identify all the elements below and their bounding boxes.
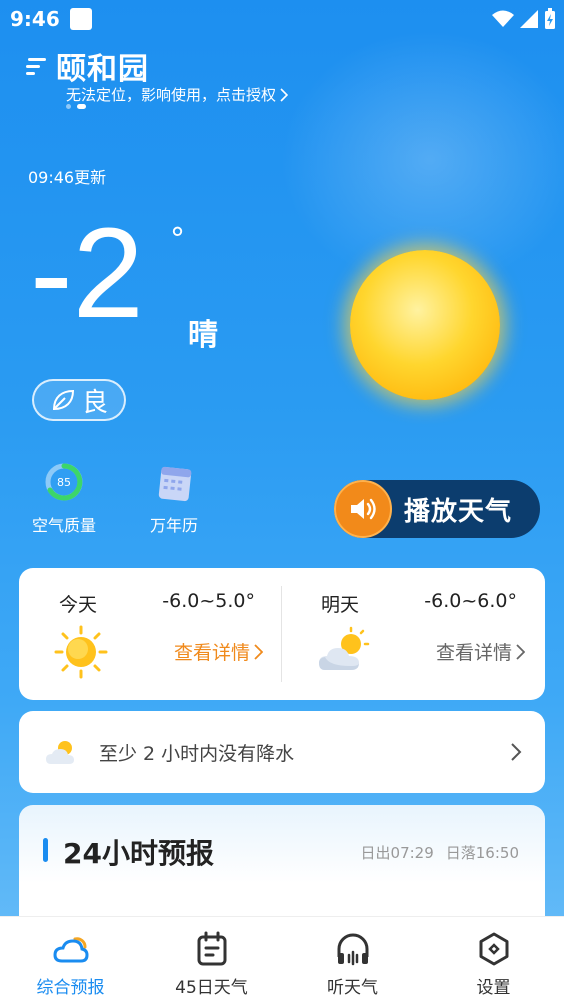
- tab-label: 听天气: [327, 978, 378, 998]
- tab-listen[interactable]: 听天气: [282, 917, 423, 1004]
- chevron-right-icon: [280, 87, 289, 102]
- page-dot-active: [77, 104, 86, 109]
- section-accent-bar: [43, 838, 48, 862]
- current-temperature: -2: [30, 202, 144, 345]
- day-name: 明天: [321, 594, 360, 616]
- location-permission-link[interactable]: 无法定位，影响使用，点击授权: [66, 84, 289, 105]
- today-details-link[interactable]: 查看详情: [174, 638, 263, 665]
- sunset-time: 日落16:50: [445, 844, 519, 862]
- tab-label: 45日天气: [175, 978, 248, 998]
- daily-summary-card: 今天 -6.0~5.0° 查看详情 明天 -6.0~6.0° 查看详情: [19, 568, 545, 700]
- partly-cloudy-small-icon: [46, 741, 74, 764]
- wifi-icon: [492, 10, 514, 27]
- city-name[interactable]: 颐和园: [56, 44, 149, 88]
- tab-label: 综合预报: [36, 978, 105, 998]
- quick-link-air-quality[interactable]: 85 空气质量: [32, 460, 96, 536]
- tab-label: 设置: [476, 978, 511, 998]
- day-temp-range: -6.0~6.0°: [424, 590, 517, 612]
- notification-icon: [70, 8, 92, 30]
- hourly-forecast-title: 24小时预报: [63, 837, 214, 870]
- sun-illustration: [350, 250, 500, 400]
- page-dot: [66, 104, 71, 109]
- location-permission-text: 无法定位，影响使用，点击授权: [66, 86, 277, 104]
- battery-icon: [545, 8, 555, 29]
- status-icons: [492, 8, 556, 30]
- calendar-list-icon: [197, 931, 226, 966]
- menu-icon[interactable]: [24, 55, 46, 77]
- leaf-icon: [52, 389, 74, 411]
- settings-hex-icon: [479, 932, 508, 966]
- day-name: 今天: [59, 594, 98, 616]
- weather-condition: 晴: [188, 318, 218, 353]
- aqi-ring-icon: 85: [45, 463, 83, 501]
- page-indicator: [66, 104, 86, 109]
- weather-app-screen: 9:46 颐和园 无法定位，影响使用，点击授权 09:46更新 -2 ° 晴 良: [0, 0, 564, 1004]
- sun-times: 日出07:29 日落16:50: [361, 842, 519, 863]
- cloud-sun-icon: [52, 937, 89, 963]
- tab-settings[interactable]: 设置: [423, 917, 564, 1004]
- location-header[interactable]: 颐和园: [24, 44, 149, 88]
- tab-45-day[interactable]: 45日天气: [141, 917, 282, 1004]
- play-weather-button[interactable]: 播放天气: [334, 480, 540, 538]
- speaker-icon: [351, 498, 376, 520]
- update-time: 09:46更新: [28, 168, 107, 187]
- tomorrow-panel[interactable]: 明天 -6.0~6.0° 查看详情: [281, 568, 543, 700]
- bottom-tab-bar: 综合预报 45日天气 听天气 设置: [0, 916, 564, 1004]
- chevron-right-icon: [511, 743, 522, 761]
- degree-symbol: °: [170, 222, 185, 257]
- aqi-ring-value: 85: [57, 476, 71, 489]
- tab-forecast[interactable]: 综合预报: [0, 917, 141, 1004]
- sun-icon: [54, 625, 108, 679]
- quick-link-calendar[interactable]: 万年历: [150, 460, 198, 536]
- chevron-right-icon: [516, 643, 525, 660]
- chevron-right-icon: [254, 643, 263, 660]
- play-circle: [334, 480, 392, 538]
- quick-link-label: 万年历: [150, 516, 199, 535]
- sunrise-time: 日出07:29: [360, 844, 434, 862]
- air-quality-label: 良: [81, 387, 108, 418]
- play-weather-label: 播放天气: [404, 496, 513, 527]
- status-time: 9:46: [10, 7, 60, 31]
- status-bar: 9:46: [0, 0, 564, 36]
- today-panel[interactable]: 今天 -6.0~5.0° 查看详情: [19, 568, 281, 700]
- air-quality-badge[interactable]: 良: [32, 379, 126, 421]
- quick-link-label: 空气质量: [32, 516, 97, 535]
- precipitation-notice-text: 至少 2 小时内没有降水: [99, 742, 295, 765]
- details-link-text: 查看详情: [173, 642, 250, 664]
- details-link-text: 查看详情: [435, 642, 512, 664]
- headphones-icon: [337, 933, 368, 966]
- partly-cloudy-icon: [319, 626, 370, 670]
- day-temp-range: -6.0~5.0°: [162, 590, 255, 612]
- precipitation-notice-card[interactable]: 至少 2 小时内没有降水: [19, 711, 545, 793]
- tomorrow-details-link[interactable]: 查看详情: [436, 638, 525, 665]
- signal-icon: [520, 10, 538, 28]
- calendar-icon: [158, 466, 192, 502]
